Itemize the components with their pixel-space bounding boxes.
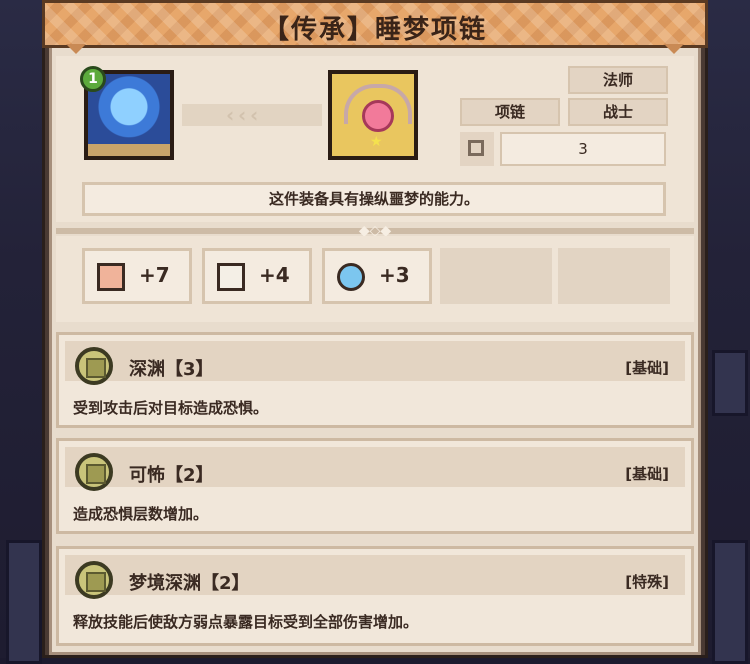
skill-name: 梦境深渊【2】 [129,573,250,594]
chevron-left-icon: ‹ [250,103,259,127]
transfer-arrow: ‹ ‹ ‹ [182,104,322,126]
title-ornament [66,44,86,54]
grid-icon [460,132,494,166]
star-icon: ★ [370,134,383,150]
fist-icon [97,263,125,291]
title-bar: 【传承】睡梦项链 [42,0,708,48]
stat-value: +4 [259,263,290,287]
stat-value: +7 [139,263,170,287]
class-tag-warrior: 战士 [568,98,668,126]
skill-description: 受到攻击后对目标造成恐惧。 [73,399,269,417]
background-stone [712,540,748,664]
stat-attack[interactable]: +7 [82,248,192,304]
class-tag-mage: 法师 [568,66,668,94]
background-stone [6,540,42,664]
heart-gem-icon [362,100,394,132]
skill-card[interactable]: 深渊【3】 [基础] 受到攻击后对目标造成恐惧。 [56,332,694,428]
skill-tag: [基础] [625,465,669,483]
hero-level-badge: 1 [80,66,106,92]
item-title: 【传承】睡梦项链 [262,15,487,45]
background-stone [712,350,748,416]
skill-name: 可怖【2】 [129,465,214,486]
skill-description: 释放技能后使敌方弱点暴露目标受到全部伤害增加。 [73,613,419,631]
title-ornament [664,44,684,54]
skill-header: 梦境深渊【2】 [特殊] [65,555,685,599]
stat-empty-slot [440,248,552,304]
item-icon-necklace[interactable]: ★ [328,70,418,160]
water-drop-icon [337,263,365,291]
item-count-row: 3 [460,132,666,168]
item-count-value: 3 [500,132,666,166]
skill-name: 深渊【3】 [129,359,214,380]
skill-description: 造成恐惧层数增加。 [73,505,209,523]
item-description: 这件装备具有操纵噩梦的能力。 [82,182,666,216]
portrait-base [88,144,170,156]
slot-tag: 项链 [460,98,560,126]
skill-header: 深渊【3】 [基础] [65,341,685,385]
skill-card[interactable]: 可怖【2】 [基础] 造成恐惧层数增加。 [56,438,694,534]
chevron-left-icon: ‹ [238,103,247,127]
chevron-left-icon: ‹ [226,103,235,127]
stat-water[interactable]: +3 [322,248,432,304]
skill-card[interactable]: 梦境深渊【2】 [特殊] 释放技能后使敌方弱点暴露目标受到全部伤害增加。 [56,546,694,646]
skill-tag: [基础] [625,359,669,377]
stat-magic[interactable]: +4 [202,248,312,304]
book-icon [217,263,245,291]
skill-coin-icon [75,453,113,491]
skill-coin-icon [75,347,113,385]
skill-tag: [特殊] [625,573,669,591]
skill-coin-icon [75,561,113,599]
skill-header: 可怖【2】 [基础] [65,447,685,491]
stat-value: +3 [379,263,410,287]
stat-empty-slot [558,248,670,304]
